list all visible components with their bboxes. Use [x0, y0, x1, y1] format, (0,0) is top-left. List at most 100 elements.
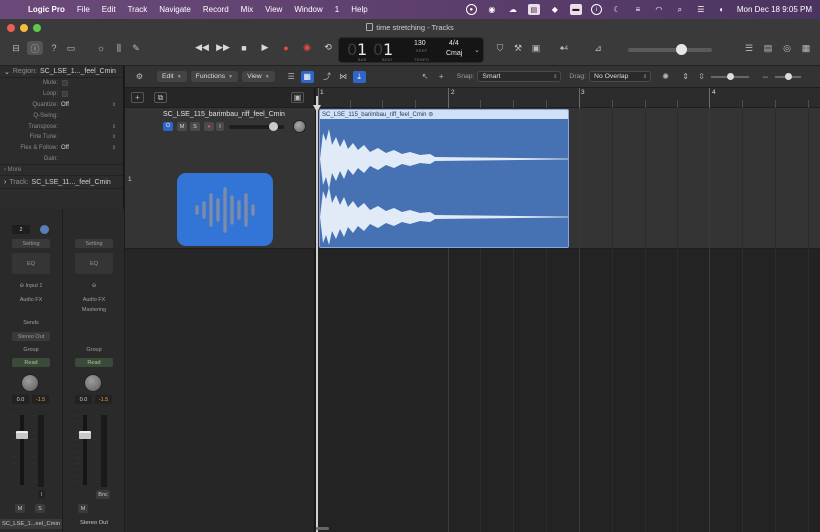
- secondary-tool-icon[interactable]: +: [435, 71, 448, 83]
- waveform-zoom-icon[interactable]: ✺: [659, 71, 672, 83]
- flex-icon[interactable]: ⋈: [337, 71, 350, 83]
- loop-browser-icon[interactable]: ◎: [779, 41, 795, 55]
- menu-1[interactable]: 1: [329, 5, 345, 14]
- notepad-icon[interactable]: ▤: [760, 41, 776, 55]
- lcd-chevron-icon[interactable]: ⌄: [474, 46, 480, 54]
- status-record-icon[interactable]: ◉: [486, 4, 498, 15]
- waveform-view-icon[interactable]: ▦: [300, 70, 314, 83]
- status-cloud-icon[interactable]: ☁: [507, 4, 519, 15]
- global-tracks-icon[interactable]: ▣: [291, 92, 304, 103]
- eq-display[interactable]: EQ: [75, 253, 113, 274]
- sliders-icon[interactable]: ≡: [632, 4, 644, 15]
- lcd-display[interactable]: 0 1 BAR 0 1 BEAT 130 KEEP TEMPO 4/4 Cmaj…: [338, 37, 484, 63]
- link-icon[interactable]: ⊖: [75, 281, 113, 290]
- track-name[interactable]: SC_LSE_115_barimbau_riff_feel_Cmin: [163, 111, 285, 118]
- mixer-icon[interactable]: ⫼: [111, 41, 127, 55]
- menu-window[interactable]: Window: [288, 5, 328, 14]
- menu-navigate[interactable]: Navigate: [153, 5, 197, 14]
- track-volume-slider[interactable]: [229, 122, 284, 131]
- cycle-icon[interactable]: ⟲: [322, 41, 334, 54]
- track-solo-button[interactable]: S: [190, 122, 200, 131]
- pointer-tool-icon[interactable]: ↖: [419, 71, 432, 83]
- list-editors-icon[interactable]: ☰: [741, 41, 757, 55]
- stepper-icon[interactable]: ⇕: [112, 145, 116, 151]
- strip-name[interactable]: SC_LSE_1...eel_Cmin: [0, 519, 62, 529]
- peak-value[interactable]: -1.5: [32, 395, 49, 404]
- datetime-text[interactable]: Mon Dec 18 9:05 PM: [737, 4, 812, 15]
- search-icon[interactable]: ⌕: [674, 4, 686, 15]
- disclosure-right-icon[interactable]: ›: [4, 167, 6, 173]
- peak-value[interactable]: -1.5: [95, 395, 112, 404]
- horizontal-zoom-icon[interactable]: ⇔: [759, 71, 772, 83]
- bounce-button[interactable]: Bnc: [96, 490, 110, 499]
- strip-solo-button[interactable]: S: [35, 504, 45, 513]
- siri-icon[interactable]: ◐: [716, 4, 728, 15]
- slider-knob[interactable]: [727, 72, 735, 80]
- setting-button[interactable]: Setting: [75, 239, 113, 248]
- record-icon[interactable]: ●: [280, 41, 292, 54]
- wifi-icon[interactable]: ◠: [653, 4, 665, 15]
- region-inspector-header[interactable]: ⌄ Region: SC_LSE_1..._feel_Cmin: [0, 66, 123, 78]
- snap-selector[interactable]: Smart ⇕: [477, 71, 562, 82]
- stop-icon[interactable]: ■: [238, 41, 250, 54]
- list-view-icon[interactable]: ☰: [285, 71, 298, 83]
- channel-format-icon[interactable]: [40, 225, 49, 234]
- track-volume-knob[interactable]: [269, 122, 278, 131]
- track-pan-knob[interactable]: [293, 120, 306, 133]
- track-header[interactable]: SC_LSE_115_barimbau_riff_feel_Cmin ⏻ M S…: [125, 108, 315, 249]
- midi-activity-indicator[interactable]: ♣4: [555, 41, 573, 55]
- track-power-icon[interactable]: ⏻: [163, 122, 173, 131]
- catch-icon[interactable]: ⤓: [352, 70, 366, 83]
- channel-number[interactable]: 2: [12, 225, 30, 234]
- duplicate-track-icon[interactable]: ⧉: [154, 92, 167, 103]
- group-slot[interactable]: Group: [75, 345, 113, 354]
- waveform-track-icon[interactable]: [177, 173, 273, 246]
- flex-follow-row[interactable]: Flex & Follow: Off ⇕: [0, 143, 123, 154]
- automation-mode[interactable]: Read: [75, 358, 113, 367]
- menu-file[interactable]: File: [71, 5, 96, 14]
- toolbar-toggle-icon[interactable]: ▭: [63, 41, 79, 55]
- automation-mode[interactable]: Read: [12, 358, 50, 367]
- loop-checkbox[interactable]: [62, 91, 68, 98]
- bar-ruler[interactable]: 1 2 3 4: [316, 88, 820, 108]
- mastering-slot[interactable]: Mastering: [75, 305, 113, 314]
- track-record-icon[interactable]: ●: [204, 122, 214, 131]
- play-icon[interactable]: ▶: [259, 41, 271, 54]
- menu-view[interactable]: View: [259, 5, 288, 14]
- menu-logic-pro[interactable]: Logic Pro: [22, 5, 71, 14]
- menu-track[interactable]: Track: [122, 5, 154, 14]
- status-app-icon[interactable]: ●: [465, 4, 477, 15]
- more-row[interactable]: › More: [0, 164, 123, 175]
- loop-row[interactable]: Loop:: [0, 89, 123, 100]
- master-volume-slider[interactable]: [628, 44, 712, 55]
- vertical-zoom-slider[interactable]: [711, 72, 750, 80]
- volume-fader-track[interactable]: [83, 415, 87, 485]
- capture-recording-icon[interactable]: ◉: [301, 41, 313, 54]
- automation-icon[interactable]: ⤴: [321, 71, 334, 83]
- tuner-icon[interactable]: ⛉: [492, 41, 508, 55]
- functions-menu[interactable]: Functions ▼: [190, 71, 239, 82]
- tracks-area[interactable]: 1 2 3 4 SC_LSE_115_barimbau_riff_feel_Cm…: [313, 88, 820, 532]
- audio-region[interactable]: SC_LSE_115_barimbau_riff_feel_Cmin ⊜: [319, 109, 569, 248]
- audio-fx-slot[interactable]: Audio FX: [12, 295, 50, 304]
- mute-row[interactable]: Mute:: [0, 78, 123, 89]
- wrench-icon[interactable]: ⚒: [510, 41, 526, 55]
- input-monitor-button[interactable]: I: [38, 490, 45, 499]
- volume-fader-cap[interactable]: [79, 431, 91, 439]
- quantize-row[interactable]: Quantize: Off ⇕: [0, 100, 123, 111]
- input-slot[interactable]: ⊖ Input 1: [12, 281, 50, 290]
- group-slot[interactable]: Group: [12, 345, 50, 354]
- track-input-monitor-button[interactable]: I: [216, 122, 224, 131]
- audio-fx-slot[interactable]: Audio FX: [75, 295, 113, 304]
- disclosure-down-icon[interactable]: ⌄: [4, 68, 10, 76]
- quick-help-icon[interactable]: ?: [46, 41, 62, 55]
- master-volume-knob[interactable]: [676, 44, 687, 55]
- output-slot[interactable]: Stereo Out: [12, 332, 50, 341]
- menu-edit[interactable]: Edit: [96, 5, 122, 14]
- add-track-icon[interactable]: +: [131, 92, 144, 103]
- stepper-icon[interactable]: ⇕: [112, 124, 116, 130]
- playhead[interactable]: [313, 96, 321, 532]
- drag-selector[interactable]: No Overlap ⇕: [589, 71, 652, 82]
- vertical-zoom-icon[interactable]: ⇕: [679, 71, 692, 83]
- pan-knob[interactable]: [84, 374, 102, 392]
